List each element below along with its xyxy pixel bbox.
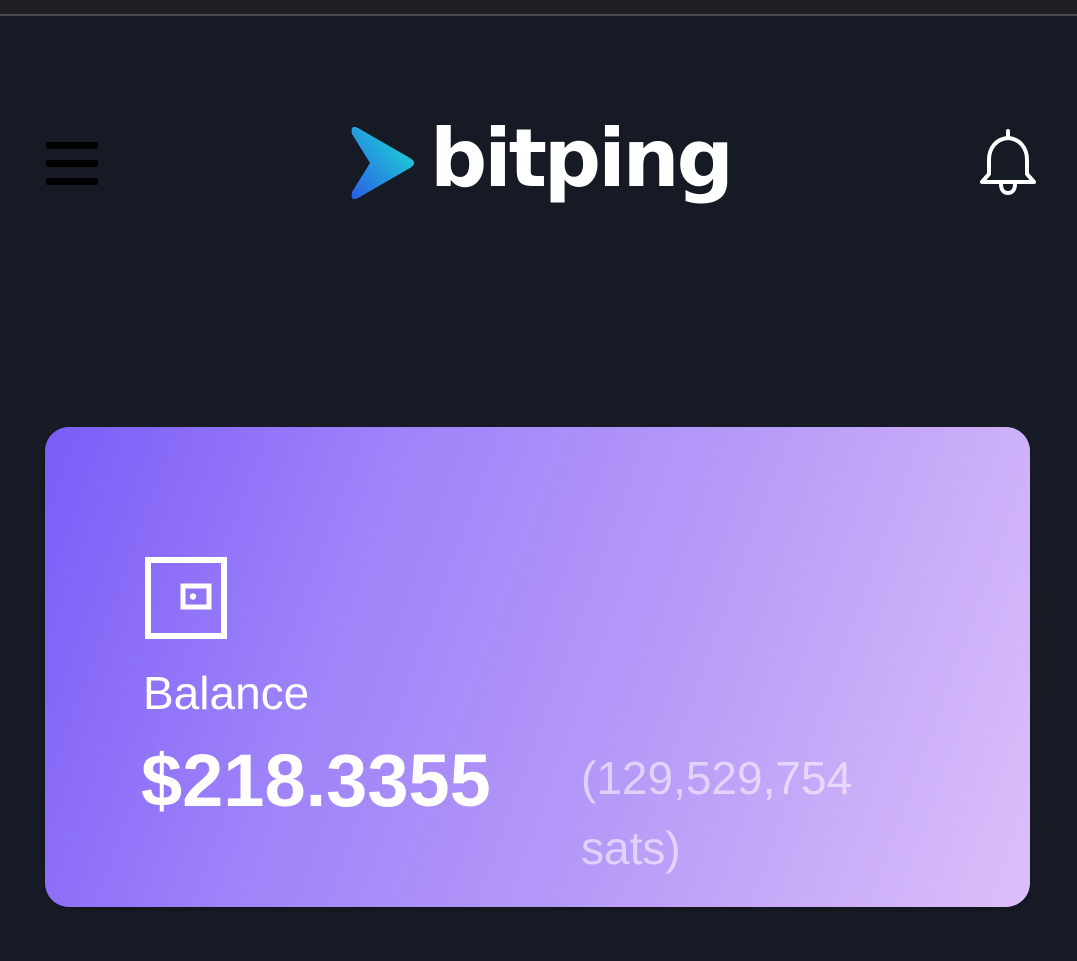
balance-label: Balance xyxy=(143,667,310,719)
bitping-logo: bitping xyxy=(348,112,748,222)
bell-icon xyxy=(980,129,1036,196)
hamburger-menu-icon xyxy=(46,142,98,149)
notifications-button[interactable] xyxy=(976,128,1040,198)
balance-card: Balance $218.3355 (129,529,754 sats) xyxy=(45,427,1030,907)
balance-sats-unit: sats) xyxy=(581,822,681,874)
app-header: bitping xyxy=(0,16,1077,283)
balance-amount: $218.3355 xyxy=(141,739,491,822)
menu-button[interactable] xyxy=(46,142,100,188)
wallet-icon xyxy=(145,557,227,639)
bitping-arrow-logo xyxy=(351,126,414,200)
status-strip xyxy=(0,0,1077,16)
balance-sats: (129,529,754 sats) xyxy=(581,743,901,883)
brand-name: bitping xyxy=(430,112,734,205)
balance-sats-value: (129,529,754 xyxy=(581,752,853,804)
